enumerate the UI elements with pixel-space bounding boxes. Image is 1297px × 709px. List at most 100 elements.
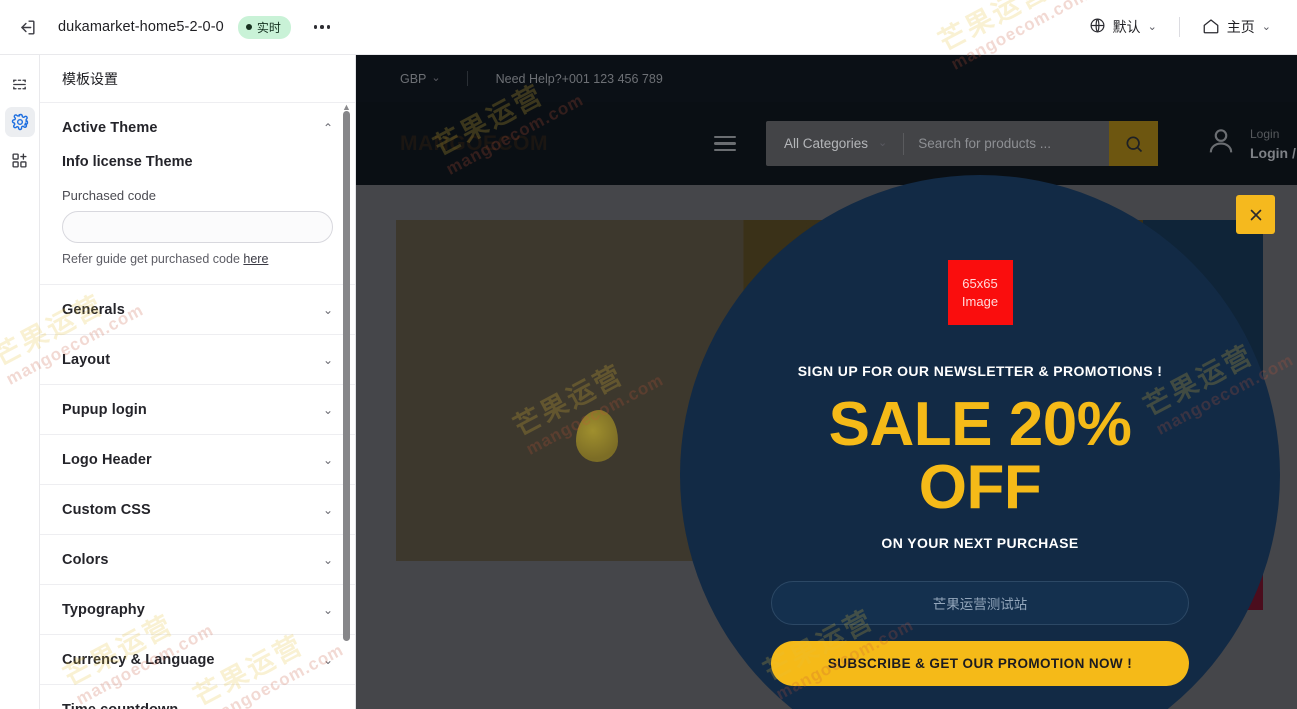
- top-bar-right: 默认 ⌄ 主页 ⌄: [1081, 11, 1297, 44]
- modal-image-size: 65x65: [962, 275, 998, 291]
- more-dots-icon[interactable]: [307, 12, 337, 42]
- accordion-section-header[interactable]: Logo Header ⌄: [62, 435, 333, 484]
- accordion-sections: Generals ⌄ Layout ⌄ Pupup login ⌄ Logo Header ⌄…: [40, 285, 355, 709]
- user-icon: [1204, 124, 1238, 163]
- modal-image-placeholder: 65x65 Image: [947, 260, 1013, 325]
- template-settings-panel: 模板设置 ▲ Active Theme ⌃ Info license Theme…: [40, 55, 356, 709]
- status-badge: 实时: [237, 15, 291, 39]
- accordion-section-label: Layout: [62, 351, 111, 368]
- hamburger-icon[interactable]: [714, 135, 736, 152]
- accordion-section-label: Generals: [62, 301, 125, 318]
- search-bar: All Categories ⌄: [766, 121, 1158, 166]
- accordion-section-header[interactable]: Custom CSS ⌄: [62, 485, 333, 534]
- panel-scrollbar[interactable]: [343, 111, 350, 641]
- chevron-down-icon: ⌄: [323, 704, 333, 709]
- search-input[interactable]: [904, 136, 1110, 151]
- chevron-down-icon: ⌄: [1147, 20, 1157, 33]
- accordion-section-label: Time countdown: [62, 702, 178, 709]
- accordion-section-header[interactable]: Typography ⌄: [62, 585, 333, 634]
- accordion-section-label: Colors: [62, 551, 109, 568]
- exit-icon[interactable]: [10, 10, 44, 44]
- account-bottom-label: Login / Regis: [1250, 144, 1297, 161]
- site-header: MANGOECOM All Categories ⌄ Search for pr…: [356, 102, 1297, 185]
- add-block-icon[interactable]: [5, 145, 35, 175]
- modal-image-label: Image: [961, 293, 999, 309]
- currency-selector[interactable]: GBP ⌄: [400, 72, 441, 86]
- panel-title: 模板设置: [62, 70, 118, 87]
- newsletter-modal-content: 65x65 Image SIGN UP FOR OUR NEWSLETTER &…: [770, 260, 1190, 709]
- accordion-section-label: Currency & Language: [62, 651, 215, 668]
- scroll-up-arrow[interactable]: ▲: [342, 103, 351, 112]
- chevron-down-icon: ⌄: [1261, 20, 1271, 33]
- site-top-strip: GBP ⌄ Need Help?+001 123 456 789: [356, 55, 1297, 102]
- account-link[interactable]: Login Login / Regis: [1204, 124, 1297, 164]
- page-selector[interactable]: 主页 ⌄: [1194, 11, 1279, 44]
- category-dropdown[interactable]: All Categories ⌄: [766, 121, 903, 166]
- divider: [1178, 17, 1180, 37]
- accordion-section: Logo Header ⌄: [40, 435, 355, 485]
- accordion-section-header[interactable]: Currency & Language ⌄: [62, 635, 333, 684]
- accordion-section: Typography ⌄: [40, 585, 355, 635]
- accordion-section-header[interactable]: Generals ⌄: [62, 285, 333, 334]
- need-help-text: Need Help?+001 123 456 789: [495, 71, 663, 86]
- accordion-section: Pupup login ⌄: [40, 385, 355, 435]
- chevron-down-icon: ⌄: [322, 402, 333, 417]
- accordion-section-label: Custom CSS: [62, 501, 151, 518]
- home-icon: [1202, 17, 1220, 38]
- search-icon[interactable]: [1109, 121, 1158, 166]
- category-label: All Categories: [784, 136, 869, 151]
- site-logo[interactable]: MANGOECOM: [400, 132, 548, 156]
- close-icon[interactable]: [1236, 195, 1275, 234]
- status-badge-label: 实时: [256, 20, 281, 35]
- icon-rail: [0, 55, 40, 709]
- license-subheading: Info license Theme: [62, 154, 193, 170]
- gear-icon[interactable]: [4, 107, 35, 137]
- accordion-section-header[interactable]: Pupup login ⌄: [62, 385, 333, 434]
- accordion-section-header[interactable]: Time countdown ⌄: [62, 685, 333, 709]
- globe-icon: [1089, 17, 1106, 37]
- accordion-active-theme: Active Theme ⌃ Info license Theme Purcha…: [40, 103, 355, 285]
- modal-subline: ON YOUR NEXT PURCHASE: [881, 535, 1079, 552]
- app-root: dukamarket-home5-2-0-0 实时 默认 ⌄ 主页 ⌄ 模板设置…: [0, 0, 1297, 709]
- accordion-active-theme-header[interactable]: Active Theme ⌃: [62, 103, 333, 152]
- purchased-code-input[interactable]: [62, 211, 333, 243]
- chevron-down-icon: ⌄: [322, 352, 333, 367]
- panel-body: ▲ Active Theme ⌃ Info license Theme Purc…: [40, 103, 355, 709]
- chevron-down-icon: ⌄: [322, 452, 333, 467]
- modal-sale-text: SALE 20% OFF: [828, 390, 1132, 523]
- account-text: Login Login / Regis: [1250, 124, 1297, 164]
- top-bar: dukamarket-home5-2-0-0 实时 默认 ⌄ 主页 ⌄: [0, 0, 1297, 55]
- project-title: dukamarket-home5-2-0-0: [58, 19, 224, 35]
- modal-headline: SIGN UP FOR OUR NEWSLETTER & PROMOTIONS …: [797, 363, 1163, 379]
- accordion-active-theme-label: Active Theme: [62, 119, 158, 136]
- chevron-down-icon: ⌄: [322, 602, 333, 617]
- accordion-section-header[interactable]: Colors ⌄: [62, 535, 333, 584]
- accordion-section: Generals ⌄: [40, 285, 355, 335]
- accordion-section-label: Pupup login: [62, 401, 147, 418]
- purchased-code-help-link[interactable]: here: [243, 252, 268, 266]
- accordion-section: Time countdown ⌄: [40, 685, 355, 709]
- locale-selector[interactable]: 默认 ⌄: [1081, 11, 1165, 43]
- chevron-down-icon: ⌄: [322, 652, 333, 667]
- accordion-section: Custom CSS ⌄: [40, 485, 355, 535]
- accordion-section: Colors ⌄: [40, 535, 355, 585]
- purchased-code-help-text: Refer guide get purchased code: [62, 252, 244, 266]
- account-top-label: Login: [1250, 126, 1280, 141]
- status-dot: [245, 24, 252, 30]
- panel-header: 模板设置: [40, 55, 355, 103]
- accordion-section-label: Typography: [62, 601, 145, 618]
- divider: [466, 71, 468, 86]
- purchased-code-label: Purchased code: [62, 188, 156, 203]
- subscribe-button[interactable]: SUBSCRIBE & GET OUR PROMOTION NOW !: [771, 641, 1189, 687]
- accordion-section-header[interactable]: Layout ⌄: [62, 335, 333, 384]
- chevron-down-icon: ⌄: [322, 302, 333, 317]
- chevron-down-icon: ⌄: [431, 72, 441, 84]
- accordion-active-theme-body: Info license Theme Purchased code Refer …: [62, 154, 333, 284]
- chevron-down-icon: ⌄: [322, 552, 333, 567]
- purchased-code-help: Refer guide get purchased code here: [62, 252, 333, 266]
- newsletter-email-input[interactable]: [771, 581, 1189, 626]
- accordion-section: Currency & Language ⌄: [40, 635, 355, 685]
- chevron-down-icon: ⌄: [322, 502, 333, 517]
- page-label: 主页: [1226, 19, 1255, 35]
- sections-icon[interactable]: [5, 69, 35, 99]
